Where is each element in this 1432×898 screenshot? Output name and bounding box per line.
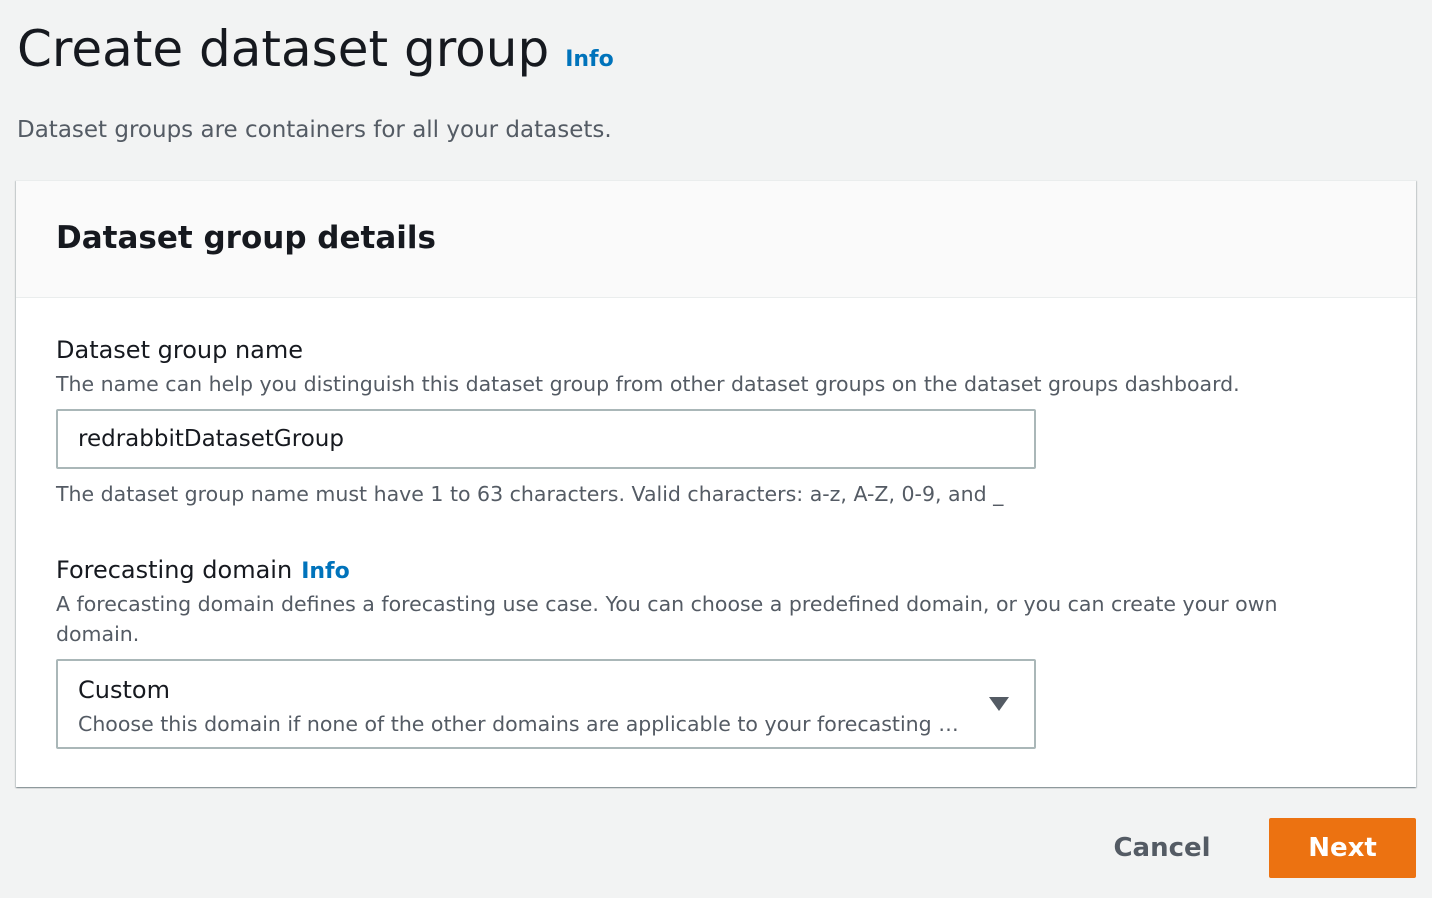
- forecasting-domain-selected-value: Custom: [78, 676, 170, 704]
- page-title: Create dataset group: [17, 20, 550, 78]
- forecasting-domain-selected-description: Choose this domain if none of the other …: [78, 712, 968, 736]
- forecasting-domain-info-link[interactable]: Info: [301, 555, 350, 589]
- forecasting-domain-label-text: Forecasting domain: [56, 556, 293, 584]
- forecasting-domain-label: Forecasting domain Info: [56, 553, 350, 589]
- dataset-group-details-panel: Dataset group details Dataset group name…: [16, 180, 1416, 787]
- panel-title: Dataset group details: [56, 220, 436, 256]
- dataset-group-name-input[interactable]: [56, 409, 1036, 469]
- caret-down-icon: [989, 697, 1009, 711]
- dataset-group-name-constraint: The dataset group name must have 1 to 63…: [56, 482, 1004, 506]
- page-description: Dataset groups are containers for all yo…: [17, 117, 612, 143]
- dataset-group-name-description: The name can help you distinguish this d…: [56, 372, 1240, 396]
- cancel-button[interactable]: Cancel: [1100, 818, 1224, 878]
- panel-header: Dataset group details: [16, 181, 1416, 298]
- forecasting-domain-description: A forecasting domain defines a forecasti…: [56, 592, 1278, 646]
- page-header: Create dataset group Info: [17, 14, 614, 84]
- dataset-group-name-label: Dataset group name: [56, 333, 303, 367]
- dataset-group-name-label-text: Dataset group name: [56, 336, 304, 364]
- header-info-link[interactable]: Info: [565, 47, 614, 72]
- next-button[interactable]: Next: [1269, 818, 1416, 878]
- forecasting-domain-select[interactable]: Custom Choose this domain if none of the…: [56, 659, 1036, 749]
- create-dataset-group-page: Create dataset group Info Dataset groups…: [0, 0, 1432, 898]
